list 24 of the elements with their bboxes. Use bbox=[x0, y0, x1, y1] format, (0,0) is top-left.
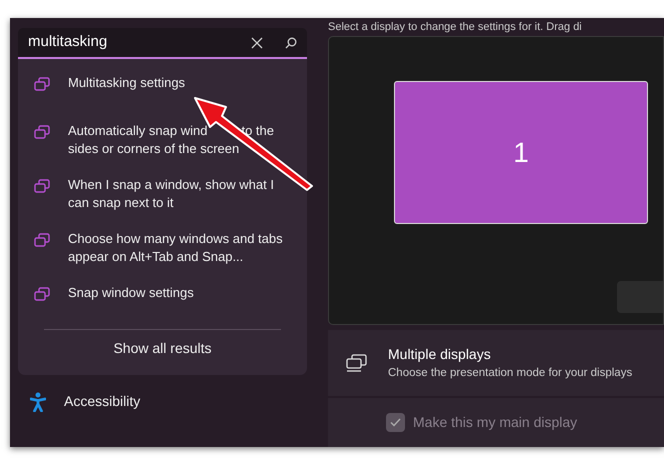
windows-icon bbox=[34, 287, 50, 302]
search-icon[interactable] bbox=[285, 36, 297, 48]
search-result-item[interactable]: When I snap a window, show what I can snap next to it bbox=[18, 167, 307, 221]
monitor-tile[interactable]: 1 bbox=[394, 81, 648, 224]
show-all-results-link[interactable]: Show all results bbox=[113, 330, 212, 367]
close-icon[interactable] bbox=[251, 36, 263, 48]
checkmark-icon bbox=[390, 418, 401, 427]
displays-icon bbox=[346, 354, 368, 372]
sidebar-item[interactable]: Accessibility bbox=[18, 387, 307, 416]
search-result-item[interactable]: Choose how many windows and tabs appear on Alt+Tab and Snap... bbox=[18, 221, 307, 275]
windows-icon bbox=[34, 179, 50, 194]
accessibility-icon bbox=[30, 392, 46, 412]
search-result-item[interactable]: Multitasking settings bbox=[18, 65, 307, 113]
instruction-text: Select a display to change the settings for it. Drag di bbox=[328, 20, 583, 34]
multiple-displays-title: Multiple displays bbox=[388, 344, 492, 364]
search-field[interactable]: multitasking bbox=[18, 28, 307, 59]
search-result-item[interactable]: Snap window settings bbox=[18, 275, 307, 323]
windows-icon bbox=[34, 125, 50, 140]
windows-icon bbox=[34, 77, 50, 92]
search-text: multitasking bbox=[28, 32, 108, 52]
checkbox-label: Make this my main display bbox=[413, 413, 578, 432]
multiple-displays-card[interactable]: Multiple displays Choose the presentation mode for your displays bbox=[328, 330, 664, 396]
multiple-displays-description: Choose the presentation mode for your displays bbox=[388, 366, 632, 381]
windows-icon bbox=[34, 233, 50, 248]
